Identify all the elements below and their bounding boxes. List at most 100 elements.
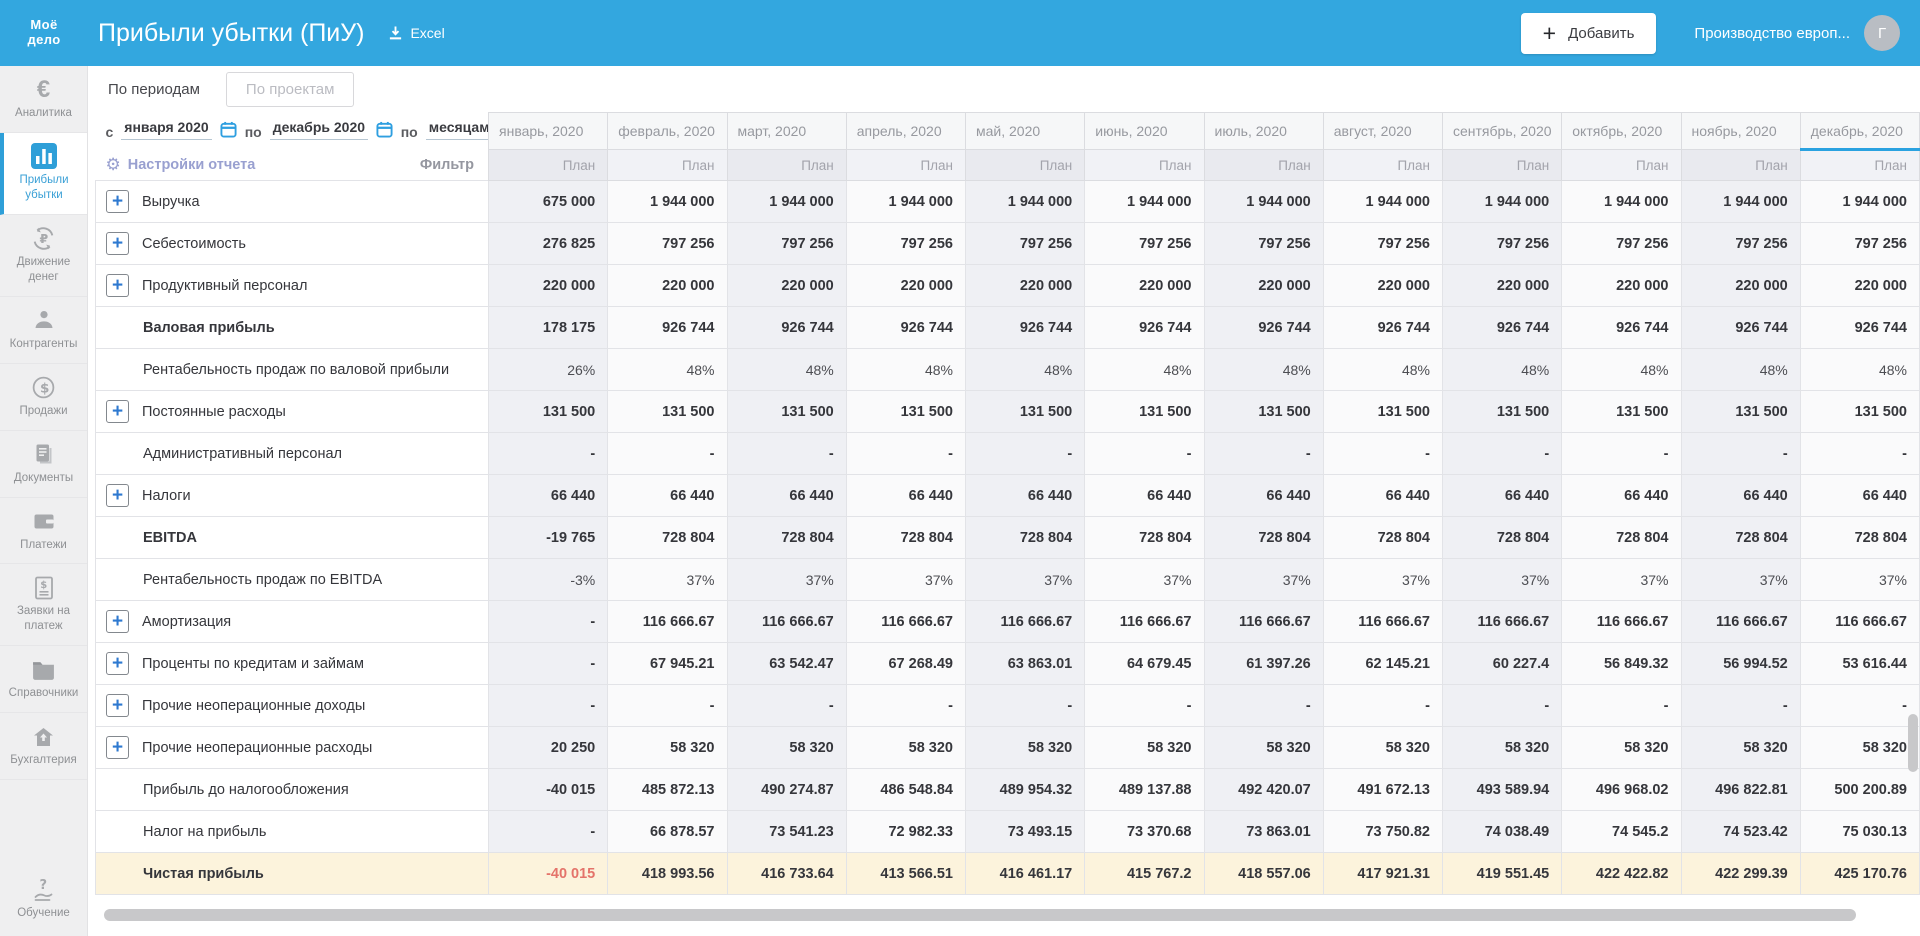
- sidebar-item-money-flow[interactable]: ₽Движение денег: [0, 215, 87, 297]
- value-cell: 926 744: [1323, 307, 1442, 349]
- avatar[interactable]: Г: [1864, 15, 1900, 51]
- expand-row-button[interactable]: +: [106, 736, 129, 759]
- calendar-icon-from[interactable]: [220, 121, 237, 140]
- date-from-input[interactable]: января 2020: [121, 119, 211, 140]
- column-header-month-5[interactable]: май, 2020: [966, 113, 1085, 150]
- company-name[interactable]: Производство европ...: [1694, 25, 1850, 42]
- value-cell: -: [608, 685, 727, 727]
- row-label: Налог на прибыль: [143, 824, 266, 840]
- column-header-month-9[interactable]: сентябрь, 2020: [1443, 113, 1562, 150]
- sidebar-item-documents[interactable]: Документы: [0, 431, 87, 498]
- value-cell: 220 000: [846, 265, 965, 307]
- svg-text:$: $: [40, 580, 47, 591]
- value-cell: -19 765: [489, 517, 608, 559]
- group-by-dropdown[interactable]: месяцам: [426, 119, 489, 140]
- gear-icon: ⚙: [106, 156, 121, 173]
- value-cell: 926 744: [1681, 307, 1800, 349]
- value-cell: 220 000: [1681, 265, 1800, 307]
- calendar-icon-to[interactable]: [376, 121, 393, 140]
- value-cell: 116 666.67: [1204, 601, 1323, 643]
- value-cell: 131 500: [1204, 391, 1323, 433]
- sidebar-item-directories[interactable]: Справочники: [0, 646, 87, 713]
- value-cell: 797 256: [1085, 223, 1204, 265]
- table-row: +Продуктивный персонал220 000220 000220 …: [96, 265, 1920, 307]
- sidebar-item-profit-loss[interactable]: Прибыли убытки: [0, 133, 87, 215]
- column-header-month-8[interactable]: август, 2020: [1323, 113, 1442, 150]
- column-header-month-11[interactable]: ноябрь, 2020: [1681, 113, 1800, 150]
- column-header-month-10[interactable]: октябрь, 2020: [1562, 113, 1681, 150]
- value-cell: 64 679.45: [1085, 643, 1204, 685]
- horizontal-scrollbar[interactable]: [104, 909, 1856, 921]
- filter-link[interactable]: Фильтр: [420, 157, 474, 173]
- value-cell: 422 299.39: [1681, 853, 1800, 895]
- row-label: EBITDA: [143, 530, 197, 546]
- plan-subheader: План: [608, 150, 727, 181]
- column-header-month-3[interactable]: март, 2020: [727, 113, 846, 150]
- column-header-month-2[interactable]: февраль, 2020: [608, 113, 727, 150]
- plan-subheader: План: [489, 150, 608, 181]
- value-cell: 37%: [1681, 559, 1800, 601]
- value-cell: 797 256: [846, 223, 965, 265]
- tab-by-projects[interactable]: По проектам: [226, 72, 355, 107]
- table-row: +Прочие неоперационные доходы-----------…: [96, 685, 1920, 727]
- value-cell: 1 944 000: [608, 181, 727, 223]
- value-cell: 496 822.81: [1681, 769, 1800, 811]
- value-cell: -40 015: [489, 853, 608, 895]
- date-to-input[interactable]: декабрь 2020: [270, 119, 368, 140]
- sidebar-item-analytics[interactable]: €Аналитика: [0, 66, 87, 133]
- value-cell: 422 422.82: [1562, 853, 1681, 895]
- value-cell: 73 370.68: [1085, 811, 1204, 853]
- table-row: Прибыль до налогообложения-40 015485 872…: [96, 769, 1920, 811]
- table-month-header-row: с января 2020 по декабрь 2020 по: [96, 113, 1920, 150]
- add-button[interactable]: + Добавить: [1521, 13, 1657, 54]
- expand-row-button[interactable]: +: [106, 484, 129, 507]
- value-cell: 491 672.13: [1323, 769, 1442, 811]
- column-header-month-4[interactable]: апрель, 2020: [846, 113, 965, 150]
- value-cell: 37%: [1443, 559, 1562, 601]
- sidebar-item-contractors[interactable]: Контрагенты: [0, 297, 87, 364]
- tab-by-periods[interactable]: По периодам: [96, 81, 212, 98]
- row-label-cell: Рентабельность продаж по EBITDA: [96, 559, 489, 601]
- expand-row-button[interactable]: +: [106, 400, 129, 423]
- value-cell: 797 256: [1800, 223, 1919, 265]
- value-cell: -: [1323, 433, 1442, 475]
- column-header-month-12[interactable]: декабрь, 2020: [1800, 113, 1919, 150]
- folder-icon: [3, 656, 84, 683]
- value-cell: 48%: [966, 349, 1085, 391]
- sidebar-item-sales[interactable]: $Продажи: [0, 364, 87, 431]
- column-header-month-1[interactable]: январь, 2020: [489, 113, 608, 150]
- expand-row-button[interactable]: +: [106, 694, 129, 717]
- value-cell: 1 944 000: [1323, 181, 1442, 223]
- sidebar-item-learning[interactable]: ?Обучение: [0, 866, 87, 932]
- column-header-month-7[interactable]: июль, 2020: [1204, 113, 1323, 150]
- row-label: Продуктивный персонал: [142, 278, 307, 294]
- value-cell: 425 170.76: [1800, 853, 1919, 895]
- expand-row-button[interactable]: +: [106, 652, 129, 675]
- value-cell: 73 750.82: [1323, 811, 1442, 853]
- value-cell: 60 227.4: [1443, 643, 1562, 685]
- expand-row-button[interactable]: +: [106, 274, 129, 297]
- value-cell: 37%: [1085, 559, 1204, 601]
- value-cell: 220 000: [1323, 265, 1442, 307]
- value-cell: 58 320: [1085, 727, 1204, 769]
- moe-delo-logo[interactable]: Моё дело: [0, 18, 88, 48]
- value-cell: 926 744: [608, 307, 727, 349]
- sidebar-item-payments[interactable]: Платежи: [0, 498, 87, 565]
- value-cell: 220 000: [1204, 265, 1323, 307]
- value-cell: 797 256: [1562, 223, 1681, 265]
- expand-row-button[interactable]: +: [106, 190, 129, 213]
- sidebar-item-payment-requests[interactable]: $Заявки на платеж: [0, 564, 87, 646]
- row-label: Прочие неоперационные доходы: [142, 698, 365, 714]
- expand-row-button[interactable]: +: [106, 232, 129, 255]
- value-cell: -: [1562, 685, 1681, 727]
- excel-export-link[interactable]: Excel: [388, 25, 444, 41]
- column-header-month-6[interactable]: июнь, 2020: [1085, 113, 1204, 150]
- value-cell: -: [1085, 685, 1204, 727]
- report-settings-link[interactable]: ⚙ Настройки отчета: [106, 156, 256, 173]
- sidebar-item-accounting[interactable]: Бухгалтерия: [0, 713, 87, 780]
- table-row: EBITDA-19 765728 804728 804728 804728 80…: [96, 517, 1920, 559]
- value-cell: 797 256: [1443, 223, 1562, 265]
- value-cell: 1 944 000: [966, 181, 1085, 223]
- vertical-scrollbar[interactable]: [1908, 714, 1918, 772]
- expand-row-button[interactable]: +: [106, 610, 129, 633]
